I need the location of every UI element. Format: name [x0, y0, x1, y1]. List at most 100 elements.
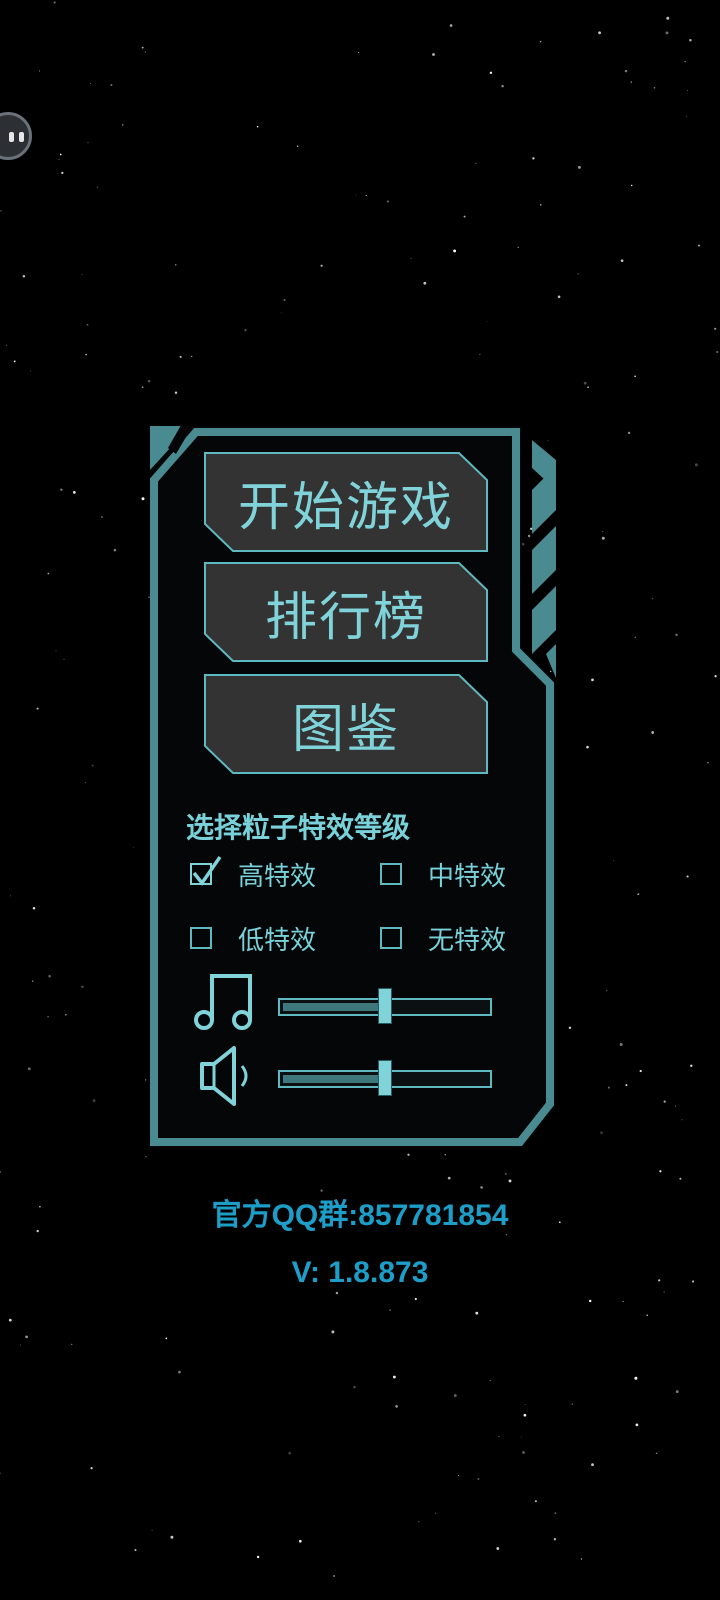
- star-dot: [174, 264, 177, 266]
- star-dot: [540, 204, 542, 206]
- star-dot: [707, 762, 709, 764]
- star-dot: [489, 71, 493, 74]
- slider-fill: [283, 1003, 385, 1011]
- star-dot: [666, 16, 670, 20]
- sound-volume-thumb[interactable]: [378, 1060, 392, 1096]
- effect-option-low[interactable]: 低特效: [190, 918, 316, 958]
- star-dot: [355, 194, 357, 196]
- star-dot: [36, 707, 39, 710]
- star-dot: [91, 764, 94, 767]
- star-dot: [141, 497, 145, 501]
- star-dot: [601, 536, 605, 540]
- star-dot: [19, 1344, 21, 1346]
- star-dot: [244, 329, 247, 332]
- star-dot: [48, 974, 52, 978]
- slider-fill: [283, 1075, 385, 1083]
- star-dot: [6, 344, 7, 346]
- star-dot: [288, 1451, 291, 1455]
- star-dot: [553, 1538, 557, 1541]
- star-dot: [663, 1291, 665, 1293]
- star-dot: [423, 281, 427, 285]
- star-dot: [92, 1099, 96, 1102]
- star-dot: [39, 70, 41, 72]
- star-dot: [630, 81, 632, 83]
- music-volume-thumb[interactable]: [378, 988, 392, 1024]
- star-dot: [659, 1170, 662, 1173]
- star-dot: [571, 1403, 573, 1405]
- checkbox-icon: [380, 863, 402, 885]
- star-dot: [598, 31, 601, 35]
- star-dot: [496, 1547, 500, 1550]
- star-dot: [256, 125, 259, 128]
- star-dot: [577, 165, 581, 169]
- star-dot: [627, 431, 631, 435]
- star-dot: [178, 1370, 181, 1374]
- effect-option-high[interactable]: 高特效: [190, 854, 316, 894]
- star-dot: [10, 895, 11, 897]
- star-dot: [335, 1291, 339, 1295]
- star-dot: [689, 39, 692, 42]
- star-dot: [29, 370, 32, 372]
- star-dot: [607, 1086, 610, 1089]
- star-dot: [634, 1376, 638, 1380]
- star-dot: [191, 355, 193, 358]
- star-dot: [557, 295, 561, 299]
- star-dot: [634, 375, 636, 378]
- star-dot: [477, 1478, 480, 1480]
- star-dot: [591, 678, 594, 682]
- star-dot: [624, 69, 628, 73]
- star-dot: [331, 1330, 335, 1334]
- star-dot: [353, 1385, 356, 1389]
- effect-option-medium[interactable]: 中特效: [380, 854, 506, 894]
- star-dot: [174, 391, 178, 394]
- star-dot: [591, 1463, 594, 1467]
- star-dot: [534, 1500, 537, 1503]
- codex-button[interactable]: 图鉴: [204, 674, 488, 774]
- star-dot: [90, 1466, 93, 1470]
- star-dot: [517, 246, 519, 248]
- star-dot: [60, 488, 63, 491]
- star-dot: [663, 1100, 666, 1103]
- star-dot: [53, 1, 56, 4]
- star-dot: [686, 115, 688, 117]
- star-dot: [714, 675, 717, 678]
- star-dot: [486, 321, 488, 322]
- start-game-button[interactable]: 开始游戏: [204, 452, 488, 552]
- star-dot: [622, 1300, 624, 1303]
- effect-option-none[interactable]: 无特效: [380, 918, 506, 958]
- star-dot: [0, 1171, 2, 1173]
- star-dot: [320, 264, 323, 267]
- star-dot: [47, 1015, 49, 1018]
- star-dot: [646, 1314, 648, 1317]
- star-dot: [447, 1176, 451, 1180]
- star-dot: [505, 1233, 508, 1236]
- leaderboard-button[interactable]: 排行榜: [204, 562, 488, 662]
- star-dot: [532, 157, 535, 160]
- star-dot: [449, 24, 453, 27]
- star-dot: [141, 386, 144, 389]
- star-dot: [432, 53, 435, 56]
- star-dot: [475, 162, 477, 164]
- star-dot: [32, 906, 36, 910]
- star-dot: [32, 980, 34, 982]
- version-text: V: 1.8.873: [291, 1256, 429, 1289]
- star-dot: [13, 360, 16, 363]
- star-dot: [414, 1297, 417, 1301]
- speaker-icon: [200, 1046, 248, 1106]
- star-dot: [479, 353, 481, 356]
- star-dot: [179, 355, 182, 358]
- star-dot: [587, 386, 589, 389]
- assistant-eye-icon: [9, 132, 14, 142]
- star-dot: [89, 83, 91, 84]
- star-dot: [498, 1436, 500, 1438]
- game-main-menu: 开始游戏 排行榜 图鉴 选择粒子特效等级 高特效 中特效 低特效 无特效 官方Q…: [0, 0, 720, 1600]
- star-dot: [630, 184, 633, 187]
- star-dot: [144, 51, 146, 53]
- star-dot: [613, 860, 614, 861]
- effect-option-label: 高特效: [238, 861, 317, 892]
- star-dot: [635, 1423, 639, 1427]
- star-dot: [655, 1452, 658, 1455]
- effect-option-label: 无特效: [428, 925, 507, 956]
- star-dot: [651, 597, 654, 600]
- effect-option-label: 中特效: [428, 861, 507, 892]
